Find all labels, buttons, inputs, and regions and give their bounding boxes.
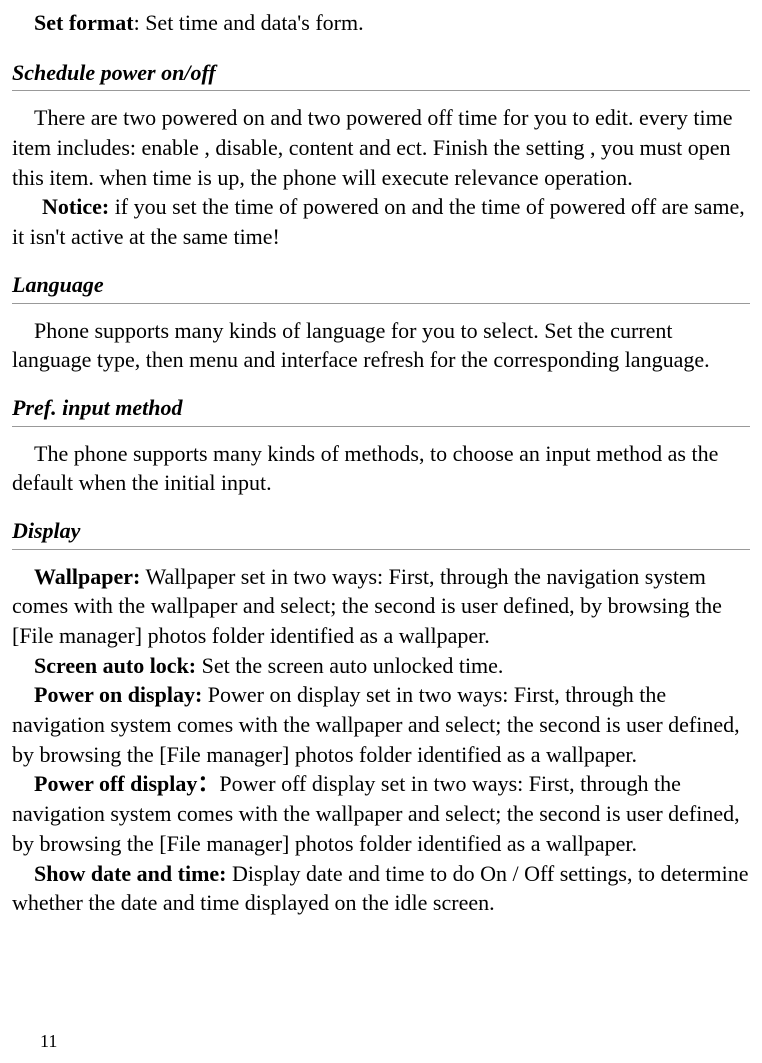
heading-pref-input: Pref. input method xyxy=(12,393,750,427)
section-display: Display Wallpaper: Wallpaper set in two … xyxy=(12,516,750,918)
display-power-on: Power on display: Power on display set i… xyxy=(12,680,750,769)
heading-schedule: Schedule power on/off xyxy=(12,58,750,92)
set-format-line: Set format: Set time and data's form. xyxy=(12,8,750,38)
language-body: Phone supports many kinds of language fo… xyxy=(12,316,750,375)
display-wallpaper: Wallpaper: Wallpaper set in two ways: Fi… xyxy=(12,562,750,651)
schedule-notice: Notice: if you set the time of powered o… xyxy=(12,192,750,251)
page-number: 11 xyxy=(40,1029,57,1053)
wallpaper-label: Wallpaper: xyxy=(34,564,140,589)
section-language: Language Phone supports many kinds of la… xyxy=(12,270,750,375)
power-on-label: Power on display: xyxy=(34,682,202,707)
show-date-time-label: Show date and time: xyxy=(34,861,227,886)
schedule-body: There are two powered on and two powered… xyxy=(12,103,750,192)
pref-input-body: The phone supports many kinds of methods… xyxy=(12,439,750,498)
screen-auto-lock-label: Screen auto lock: xyxy=(34,653,196,678)
notice-text: if you set the time of powered on and th… xyxy=(12,194,745,249)
section-schedule: Schedule power on/off There are two powe… xyxy=(12,58,750,252)
display-show-date-time: Show date and time: Display date and tim… xyxy=(12,859,750,918)
screen-auto-lock-text: Set the screen auto unlocked time. xyxy=(196,653,503,678)
display-screen-auto-lock: Screen auto lock: Set the screen auto un… xyxy=(12,651,750,681)
section-pref-input: Pref. input method The phone supports ma… xyxy=(12,393,750,498)
set-format-text: : Set time and data's form. xyxy=(134,10,364,35)
power-off-label: Power off display： xyxy=(34,771,219,796)
display-power-off: Power off display：Power off display set … xyxy=(12,769,750,858)
heading-language: Language xyxy=(12,270,750,304)
notice-label: Notice: xyxy=(42,194,109,219)
set-format-label: Set format xyxy=(34,10,134,35)
heading-display: Display xyxy=(12,516,750,550)
